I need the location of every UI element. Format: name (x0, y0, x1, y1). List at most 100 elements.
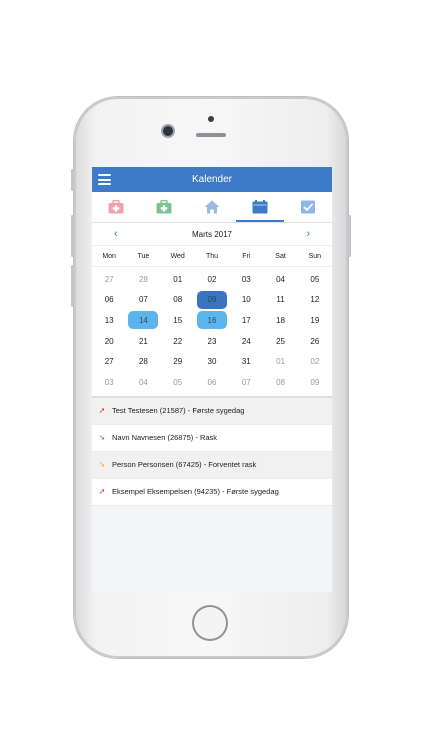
day-cell[interactable]: 10 (229, 290, 263, 311)
event-row[interactable]: ➚ Test Testesen (21587) - Første sygedag (92, 397, 332, 425)
day-number: 03 (241, 274, 251, 284)
day-number: 30 (207, 357, 217, 367)
month-label: Marts 2017 (191, 229, 233, 239)
day-cell[interactable]: 04 (126, 372, 160, 393)
day-cell[interactable]: 03 (92, 372, 126, 393)
day-number: 06 (207, 377, 217, 387)
day-number: 03 (104, 377, 114, 387)
day-cell[interactable]: 18 (263, 310, 297, 331)
day-cell[interactable]: 06 (92, 290, 126, 311)
day-number: 08 (276, 377, 286, 387)
day-cell[interactable]: 05 (161, 372, 195, 393)
volume-down-button (71, 265, 74, 307)
page-title: Kalender (191, 174, 233, 185)
day-cell[interactable]: 08 (263, 372, 297, 393)
day-cell[interactable]: 19 (298, 310, 332, 331)
day-cell[interactable]: 11 (263, 290, 297, 311)
day-cell-today[interactable]: 09 (195, 290, 229, 311)
day-cell[interactable]: 17 (229, 310, 263, 331)
tab-home[interactable] (188, 192, 236, 222)
day-cell[interactable]: 28 (126, 269, 160, 290)
day-number: 23 (207, 336, 217, 346)
day-cell[interactable]: 29 (161, 351, 195, 372)
day-number: 13 (104, 315, 114, 325)
day-number: 21 (138, 336, 148, 346)
day-cell[interactable]: 06 (195, 372, 229, 393)
day-number: 17 (241, 315, 251, 325)
front-camera (163, 126, 173, 136)
day-number: 31 (241, 357, 251, 367)
weekday-label: Sun (308, 252, 322, 260)
weekday-header: Mon Tue Wed Thu Fri Sat Sun (92, 245, 332, 267)
day-number: 16 (196, 311, 227, 330)
day-cell[interactable]: 27 (92, 269, 126, 290)
day-number: 05 (310, 274, 320, 284)
day-number: 05 (173, 377, 183, 387)
event-text: Person Personsen (67425) - Forventet ras… (112, 460, 257, 470)
power-button (348, 215, 351, 257)
day-number: 10 (241, 295, 251, 305)
tab-health[interactable] (140, 192, 188, 222)
event-text: Navn Navnesen (26875) - Rask (112, 433, 218, 443)
day-cell-marked[interactable]: 16 (195, 310, 229, 331)
day-cell[interactable]: 09 (298, 372, 332, 393)
day-cell[interactable]: 02 (195, 269, 229, 290)
day-cell[interactable]: 22 (161, 331, 195, 352)
day-cell[interactable]: 20 (92, 331, 126, 352)
day-cell[interactable]: 04 (263, 269, 297, 290)
event-row[interactable]: ➘ Person Personsen (67425) - Forventet ra… (92, 451, 332, 479)
day-cell[interactable]: 13 (92, 310, 126, 331)
tab-calendar[interactable] (236, 192, 284, 222)
mute-switch (71, 169, 74, 191)
day-cell[interactable]: 02 (298, 351, 332, 372)
day-number: 15 (173, 315, 183, 325)
day-number: 28 (138, 357, 148, 367)
day-number: 27 (104, 274, 114, 284)
day-number: 26 (310, 336, 320, 346)
day-cell[interactable]: 08 (161, 290, 195, 311)
day-number: 07 (241, 377, 251, 387)
day-cell[interactable]: 27 (92, 351, 126, 372)
day-cell[interactable]: 07 (229, 372, 263, 393)
day-cell[interactable]: 07 (126, 290, 160, 311)
day-cell[interactable]: 26 (298, 331, 332, 352)
prev-month-chevron-icon[interactable]: ‹ (114, 228, 118, 240)
day-cell[interactable]: 03 (229, 269, 263, 290)
event-row[interactable]: ➘ Navn Navnesen (26875) - Rask (92, 424, 332, 452)
day-cell[interactable]: 01 (161, 269, 195, 290)
day-number: 27 (104, 357, 114, 367)
event-row[interactable]: ➚ Eksempel Eksempelsen (94235) - Første s… (92, 478, 332, 506)
app-header: Kalender (92, 167, 332, 192)
day-cell[interactable]: 21 (126, 331, 160, 352)
day-cell[interactable]: 25 (263, 331, 297, 352)
day-number: 09 (310, 377, 320, 387)
tab-sick[interactable] (92, 192, 140, 222)
day-number: 29 (173, 357, 183, 367)
calendar-icon (252, 200, 268, 214)
day-cell-marked[interactable]: 14 (126, 310, 160, 331)
day-number: 08 (173, 295, 183, 305)
day-cell[interactable]: 28 (126, 351, 160, 372)
day-cell[interactable]: 15 (161, 310, 195, 331)
status-arrow-icon: ➘ (98, 433, 106, 443)
day-cell[interactable]: 01 (263, 351, 297, 372)
home-icon (204, 200, 220, 214)
day-cell[interactable]: 12 (298, 290, 332, 311)
day-cell[interactable]: 30 (195, 351, 229, 372)
next-month-chevron-icon[interactable]: › (306, 228, 310, 240)
calendar-grid: 27 28 01 02 03 04 05 06 07 08 09 10 11 12 13 14 15 16 17 18… (92, 267, 332, 398)
day-number: 19 (310, 315, 320, 325)
app-screen: Kalender ‹ Marts 2017 › Mon Tue Wed Thu … (92, 167, 332, 592)
day-number: 09 (196, 290, 227, 309)
tab-bar (92, 192, 332, 223)
tab-check[interactable] (284, 192, 332, 222)
day-number: 25 (276, 336, 286, 346)
day-number: 02 (207, 274, 217, 284)
home-button[interactable] (192, 605, 228, 641)
proximity-sensor (208, 116, 214, 122)
day-number: 06 (104, 295, 114, 305)
day-cell[interactable]: 31 (229, 351, 263, 372)
day-cell[interactable]: 05 (298, 269, 332, 290)
day-cell[interactable]: 23 (195, 331, 229, 352)
day-cell[interactable]: 24 (229, 331, 263, 352)
